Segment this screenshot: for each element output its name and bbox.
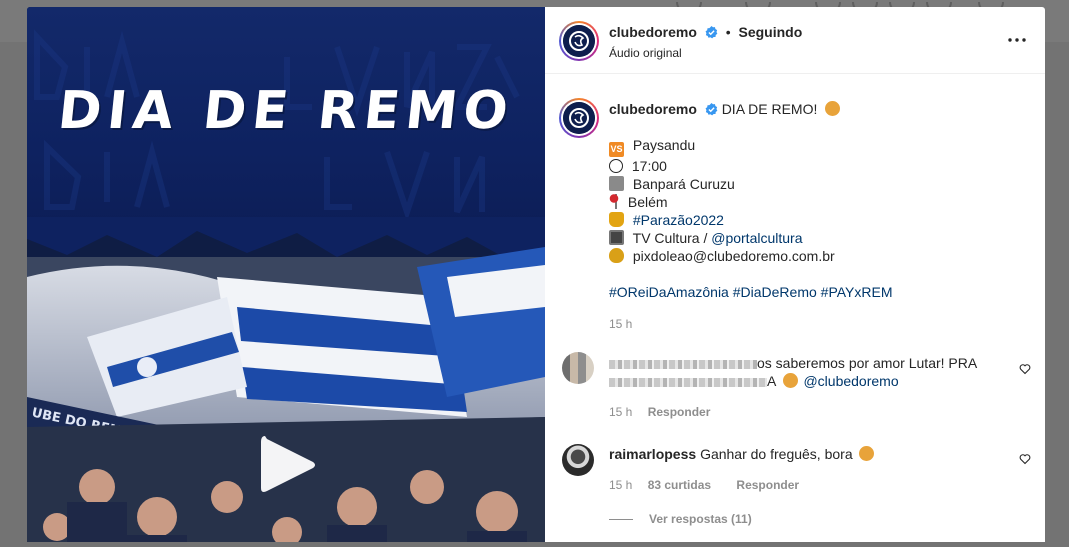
hashtag-payxrem[interactable]: #PAYxREM <box>821 284 893 300</box>
caption-title: DIA DE REMO! <box>721 101 818 117</box>
post-modal: DIA DE REMO UBE DO REMO clubedoremo • Se… <box>27 7 1045 547</box>
author-username[interactable]: clubedoremo <box>609 24 697 40</box>
post-video[interactable]: DIA DE REMO UBE DO REMO <box>27 7 545 542</box>
caption-city: Belém <box>627 194 668 210</box>
comment-item: raimarlopess Ganhar do freguês, bora 15 … <box>609 445 1009 528</box>
stadium-emoji-icon <box>609 176 624 191</box>
blurred-comment-text <box>609 377 767 387</box>
replies-divider <box>609 519 633 521</box>
club-crest-icon <box>563 102 595 134</box>
vs-emoji-icon: VS <box>609 142 624 157</box>
separator-dot: • <box>725 24 731 40</box>
video-headline: DIA DE REMO <box>55 81 517 141</box>
reply-button[interactable]: Responder <box>736 478 799 492</box>
comment-item: os saberemos por amor Lutar! PRA A @club… <box>609 354 1009 421</box>
comment-text-line1: os saberemos por amor Lutar! PRA <box>757 355 978 371</box>
comment-avatar[interactable] <box>562 444 594 476</box>
comment-text: Ganhar do freguês, bora <box>700 446 853 462</box>
comment-likes[interactable]: 83 curtidas <box>648 478 711 492</box>
comment-username[interactable]: raimarlopess <box>609 446 696 462</box>
reply-button[interactable]: Responder <box>648 405 711 419</box>
pin-emoji-icon <box>609 194 619 209</box>
caption-tv: TV Cultura / <box>632 230 712 246</box>
tv-emoji-icon <box>609 230 624 245</box>
author-avatar[interactable] <box>559 21 599 61</box>
post-header: clubedoremo • Seguindo Áudio original <box>545 7 1045 74</box>
trophy-emoji-icon <box>609 212 624 227</box>
following-button[interactable]: Seguindo <box>738 24 802 40</box>
comment-timestamp[interactable]: 15 h <box>609 405 632 419</box>
hashtag-diaderemo[interactable]: #DiaDeRemo <box>733 284 817 300</box>
view-replies-button[interactable]: Ver respostas (11) <box>609 510 1009 528</box>
money-bag-emoji-icon <box>609 248 624 263</box>
clock-emoji-icon <box>609 159 623 173</box>
caption-author-avatar[interactable] <box>559 98 599 138</box>
post-side-panel: clubedoremo • Seguindo Áudio original cl… <box>545 7 1045 542</box>
play-icon[interactable] <box>257 432 319 498</box>
caption-time: 17:00 <box>631 158 667 174</box>
verified-badge-icon <box>705 103 718 116</box>
hashtag-oreidaamazonia[interactable]: #OReiDaAmazônia <box>609 284 729 300</box>
caption-opponent: Paysandu <box>632 137 696 153</box>
comment-avatar[interactable] <box>562 352 594 384</box>
caption-pix: pixdoleao@clubedoremo.com.br <box>632 248 835 264</box>
header-title-line: clubedoremo • Seguindo <box>609 24 802 40</box>
mention-portalcultura[interactable]: @portalcultura <box>711 230 802 246</box>
audio-label[interactable]: Áudio original <box>609 46 682 60</box>
verified-badge-icon <box>705 26 718 39</box>
heart-icon[interactable] <box>1019 363 1031 375</box>
comment-text-line2: A <box>767 373 776 389</box>
heart-icon[interactable] <box>1019 453 1031 465</box>
comment-timestamp[interactable]: 15 h <box>609 478 632 492</box>
caption-stadium: Banpará Curuzu <box>632 176 735 192</box>
caption-timestamp[interactable]: 15 h <box>609 317 632 331</box>
more-options-icon[interactable] <box>1007 33 1027 47</box>
post-caption: clubedoremo DIA DE REMO! VS Paysandu 17:… <box>609 100 1019 333</box>
lion-emoji-icon <box>825 101 841 116</box>
hashtag-parazao[interactable]: #Parazão2022 <box>633 212 724 228</box>
mention-clubedoremo[interactable]: @clubedoremo <box>803 373 898 389</box>
blurred-comment-text <box>609 359 757 369</box>
club-crest-icon <box>563 25 595 57</box>
lion-emoji-icon <box>858 446 874 461</box>
lion-emoji-icon <box>783 373 799 388</box>
caption-username[interactable]: clubedoremo <box>609 101 697 117</box>
